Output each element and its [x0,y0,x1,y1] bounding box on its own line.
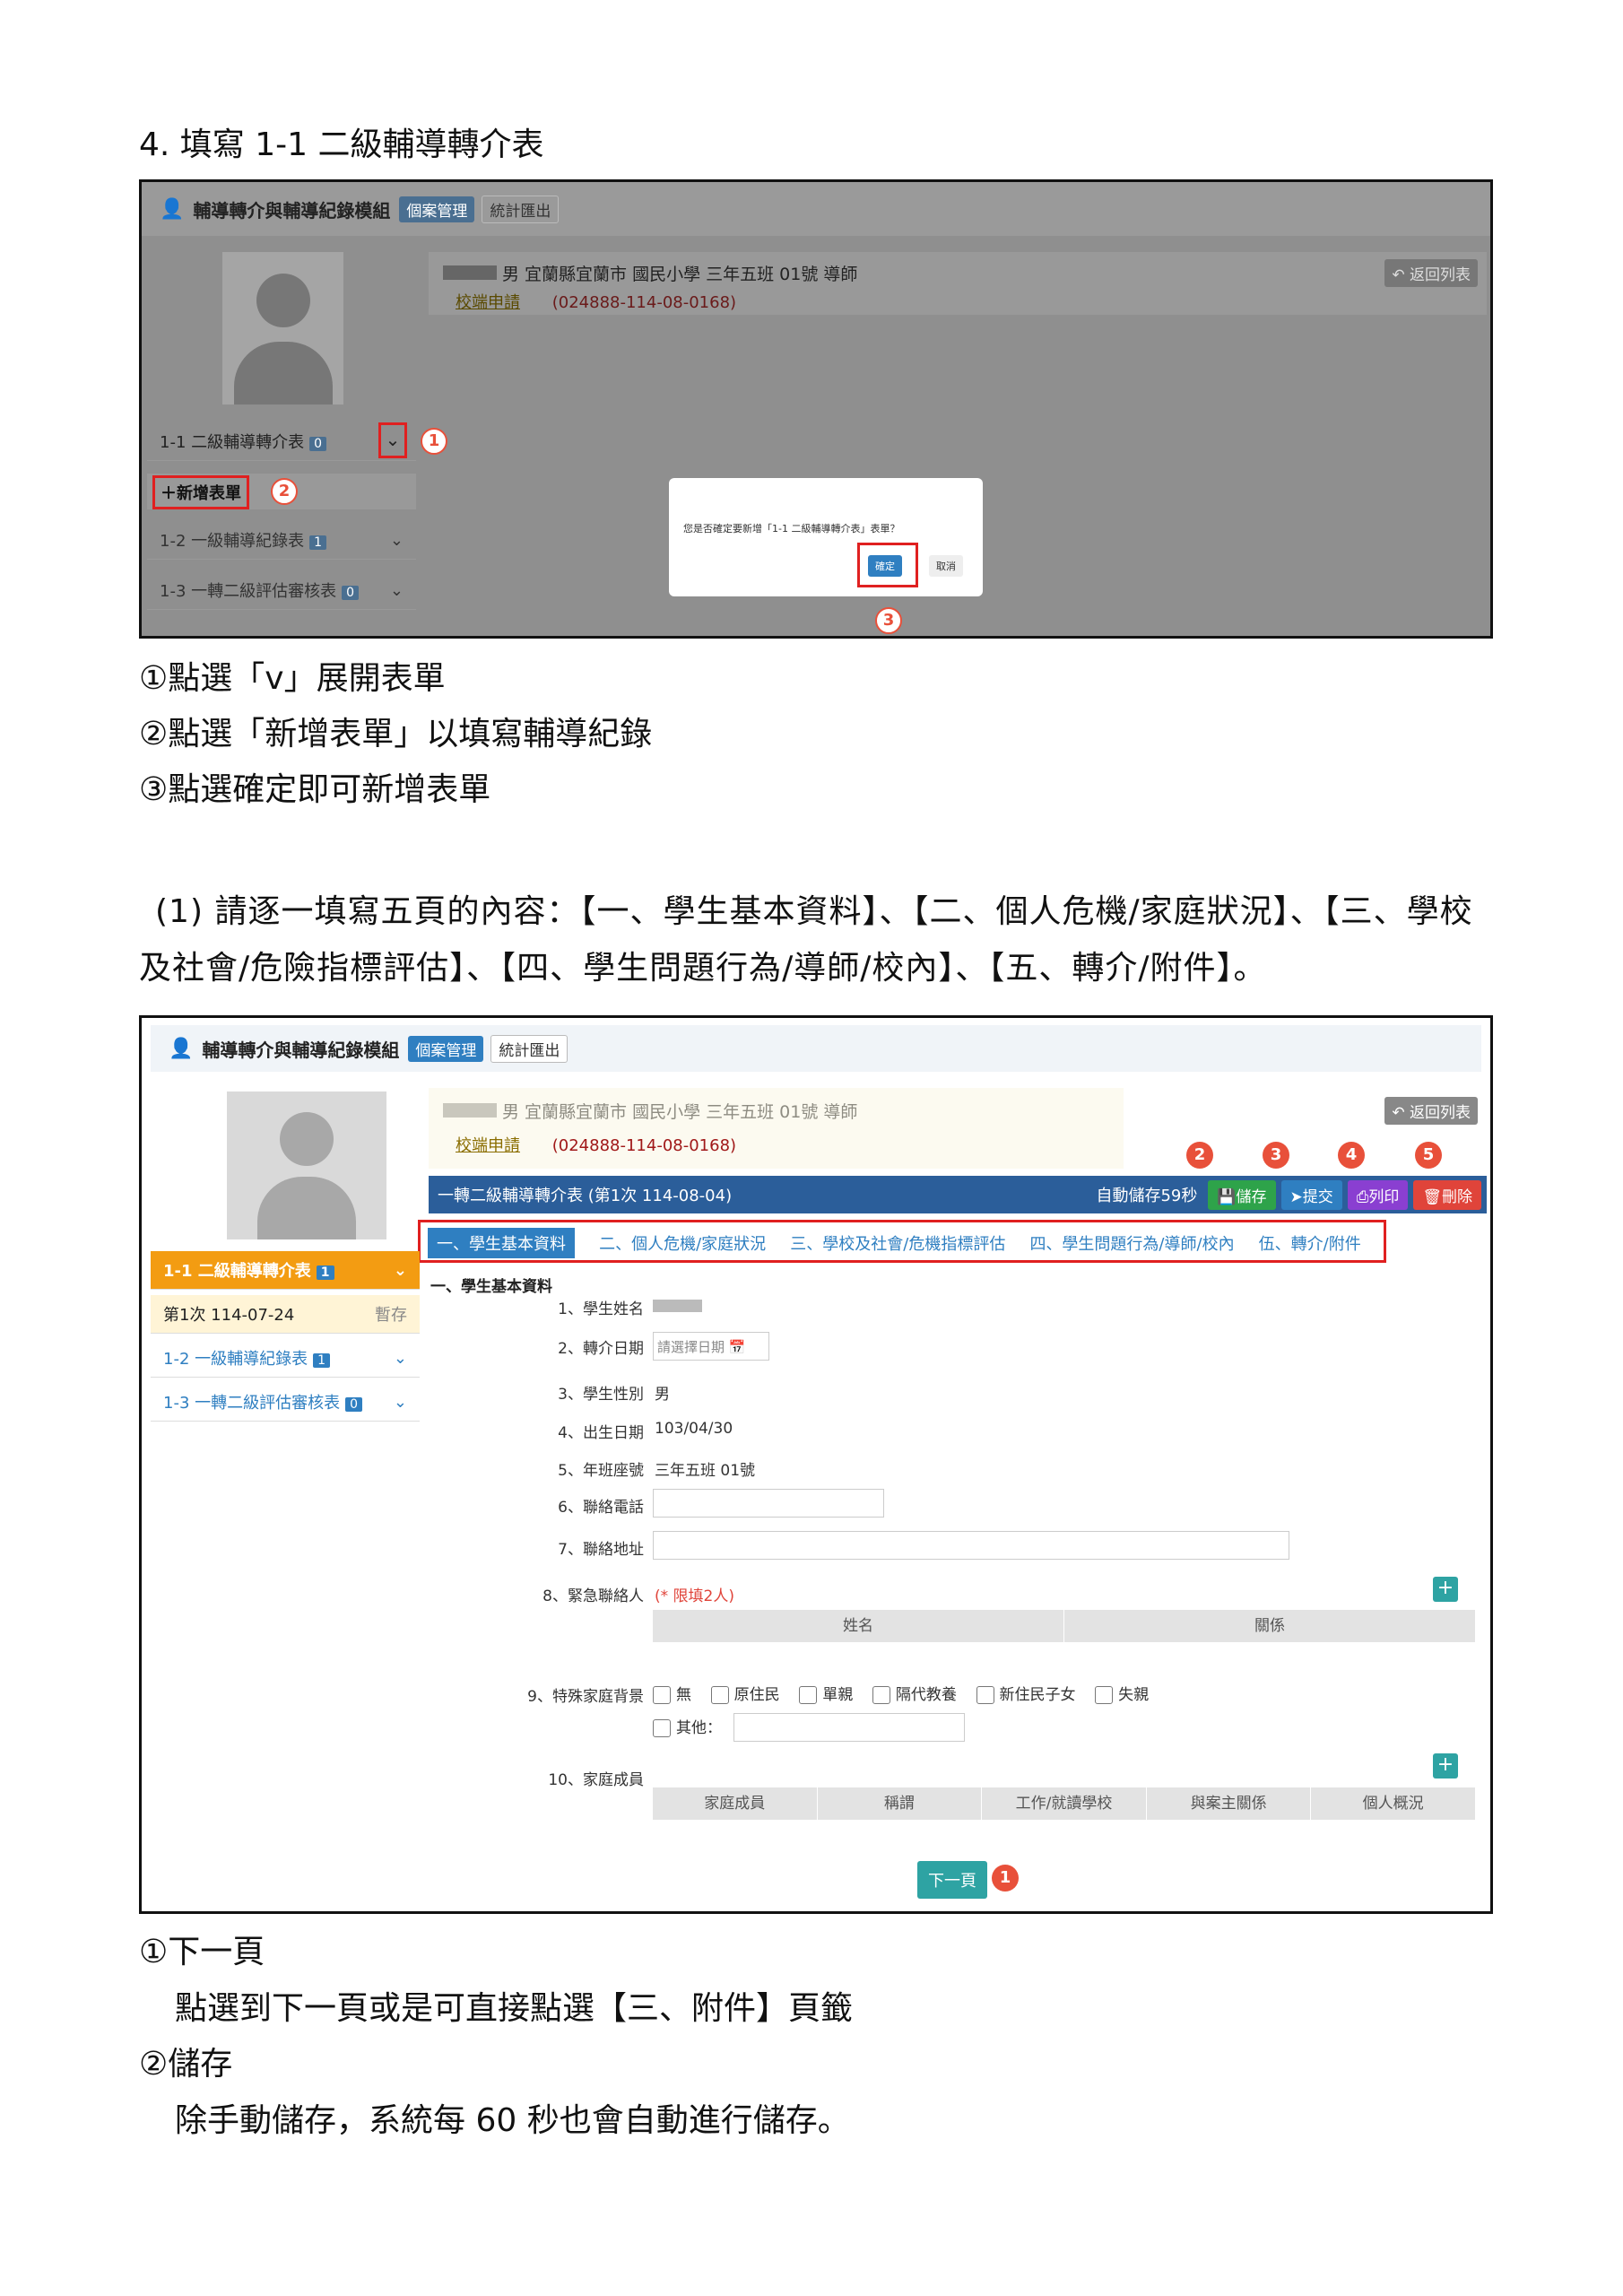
checkbox-grandparent[interactable]: 隔代教養 [872,1686,957,1704]
instruction-1: ①點選「v」展開表單 [139,660,446,697]
instruction-3: ③點選確定即可新增表單 [139,771,491,808]
dialog-text: 您是否確定要新增「1-1 二級輔導轉介表」表單？ [683,523,900,535]
module-logo-icon: 👤 [169,1037,194,1060]
instruction-next-desc: 點選到下一頁或是可直接點選【三、附件】頁籤 [175,1990,854,2027]
form-title: 一轉二級輔導轉介表 (第1次 114-08-04) [438,1187,733,1205]
save-button[interactable]: 💾儲存 [1208,1179,1276,1210]
chevron-down-icon[interactable]: ⌄ [390,531,404,550]
module-title: 輔導轉介與輔導紀錄模組 [193,199,391,222]
case-manage-button[interactable]: 個案管理 [408,1035,484,1062]
student-info-panel: 男 宜蘭縣宜蘭市 國民小學 三年五班 01號 導師 校端申請 (024888-1… [429,252,1487,315]
marker-3: 3 [1263,1142,1289,1169]
sidebar: 1-1 二級輔導轉介表 0 ⌄ 1 [147,422,447,461]
sidebar-item-1-1[interactable]: 1-1 二級輔導轉介表 0 [147,422,416,461]
student-info-panel: 男 宜蘭縣宜蘭市 國民小學 三年五班 01號 導師 校端申請 (024888-1… [429,1088,1487,1169]
marker-3: 3 [875,607,902,634]
case-number: (024888-114-08-0168) [551,1136,737,1155]
marker-4: 4 [1338,1142,1365,1169]
section-title: 一、學生基本資料 [430,1278,552,1296]
student-name-redacted [653,1300,702,1312]
form-title-bar: 一轉二級輔導轉介表 (第1次 114-08-04) 自動儲存59秒 💾儲存 ➤提… [429,1176,1487,1213]
instruction-save-desc: 除手動儲存，系統每 60 秒也會自動進行儲存。 [175,2102,850,2139]
instruction-2: ②點選「新增表單」以填寫輔導紀錄 [139,716,653,752]
stats-export-button[interactable]: 統計匯出 [490,1034,568,1063]
student-name-redacted [443,1103,497,1118]
submit-button[interactable]: ➤提交 [1280,1179,1342,1210]
sidebar-item-1-2[interactable]: 1-2 一級輔導紀錄表 1 ⌄ [151,1339,420,1378]
checkbox-single-parent[interactable]: 單親 [799,1686,853,1704]
tab-bar: 一、學生基本資料 二、個人危機/家庭狀況 三、學校及社會/危機指標評估 四、學生… [418,1220,1386,1263]
marker-1: 1 [421,428,447,455]
tab-crisis-family[interactable]: 二、個人危機/家庭狀況 [599,1231,766,1255]
case-number: (024888-114-08-0168) [551,293,737,312]
add-form-button[interactable]: ＋新增表單 [152,475,249,509]
student-name-redacted [443,265,497,280]
delete-button[interactable]: 🗑刪除 [1413,1179,1481,1210]
chevron-down-icon[interactable]: ⌄ [394,1349,407,1368]
add-emergency-contact-button[interactable]: + [1433,1577,1458,1602]
stats-export-button[interactable]: 統計匯出 [482,195,560,223]
chevron-down-icon[interactable]: ⌄ [394,1393,407,1412]
marker-2: 2 [1186,1142,1213,1169]
marker-1: 1 [992,1865,1019,1892]
student-avatar [227,1091,386,1239]
sidebar-item-1-3[interactable]: 1-3 一轉二級評估審核表 0 ⌄ [147,571,416,610]
chevron-down-icon[interactable]: ⌄ [394,1261,407,1280]
tab-school-risk[interactable]: 三、學校及社會/危機指標評估 [790,1231,1005,1255]
add-form-row: ＋新增表單 2 [147,474,416,509]
case-manage-button[interactable]: 個案管理 [399,196,475,222]
checkbox-none[interactable]: 無 [653,1686,691,1704]
apply-link[interactable]: 校端申請 [456,1136,520,1155]
student-avatar [222,252,343,404]
sidebar-item-1-3[interactable]: 1-3 一轉二級評估審核表 0 ⌄ [151,1383,420,1422]
screenshot-add-form: 👤 輔導轉介與輔導紀錄模組 個案管理 統計匯出 男 宜蘭縣宜蘭市 國民小學 三年… [139,179,1493,639]
top-nav: 👤 輔導轉介與輔導紀錄模組 個案管理 統計匯出 [142,182,1490,236]
special-family-options: 無 原住民 單親 隔代教養 新住民子女 失親 [653,1682,1149,1704]
instruction-next: ①下一頁 [139,1934,265,1970]
sidebar: 1-1 二級輔導轉介表 1 ⌄ 第1次 114-07-24 暫存 1-2 一級輔導紀… [151,1251,420,1422]
calendar-icon: 📅 [728,1339,746,1355]
screenshot-form: 👤 輔導轉介與輔導紀錄模組 個案管理 統計匯出 男 宜蘭縣宜蘭市 國民小學 三年… [139,1015,1493,1914]
tab-behavior[interactable]: 四、學生問題行為/導師/校內 [1029,1231,1234,1255]
referral-date-input[interactable]: 請選擇日期 📅 [653,1332,769,1361]
page-heading: 4. 填寫 1-1 二級輔導轉介表 [139,126,544,163]
checkbox-indigenous[interactable]: 原住民 [710,1686,780,1704]
sidebar-item-1-2[interactable]: 1-2 一級輔導紀錄表 1 ⌄ [147,521,416,560]
tab-referral-attach[interactable]: 伍、轉介/附件 [1259,1231,1361,1255]
marker-2: 2 [271,478,298,505]
sidebar-item-1-1-active[interactable]: 1-1 二級輔導轉介表 1 ⌄ [151,1251,420,1290]
tab-basic-info[interactable]: 一、學生基本資料 [428,1228,575,1258]
family-table-header: 家庭成員 稱謂 工作/就讀學校 與案主關係 個人概況 [653,1787,1476,1820]
top-nav: 👤 輔導轉介與輔導紀錄模組 個案管理 統計匯出 [151,1025,1481,1072]
phone-input[interactable] [653,1489,884,1518]
address-input[interactable] [653,1531,1289,1560]
module-logo-icon: 👤 [160,197,185,221]
back-to-list-button[interactable]: ↶ 返回列表 [1384,259,1478,287]
back-to-list-button[interactable]: ↶ 返回列表 [1384,1097,1478,1125]
confirm-dialog: 您是否確定要新增「1-1 二級輔導轉介表」表單？ 確定 取消 [669,478,983,596]
checkbox-bereaved[interactable]: 失親 [1095,1686,1149,1704]
dialog-cancel-button[interactable]: 取消 [929,555,963,577]
chevron-down-icon[interactable]: ⌄ [390,581,404,600]
print-button[interactable]: ⎙列印 [1347,1179,1409,1210]
autosave-label: 自動儲存59秒 [1096,1187,1198,1205]
student-line: 男 宜蘭縣宜蘭市 國民小學 三年五班 01號 導師 [502,265,858,284]
instruction-save: ②儲存 [139,2046,233,2083]
emergency-contact-table-header: 姓名 關係 [653,1610,1476,1642]
module-title: 輔導轉介與輔導紀錄模組 [202,1039,400,1061]
apply-link[interactable]: 校端申請 [456,293,520,312]
checkbox-new-immigrant[interactable]: 新住民子女 [976,1686,1076,1704]
student-line: 男 宜蘭縣宜蘭市 國民小學 三年五班 01號 導師 [502,1102,858,1122]
add-family-member-button[interactable]: + [1433,1753,1458,1779]
checkbox-other[interactable]: 其他： [653,1715,722,1737]
next-page-button[interactable]: 下一頁 [917,1861,987,1899]
expand-chevron-icon[interactable]: ⌄ [378,422,407,458]
dialog-ok-button[interactable]: 確定 [868,555,902,577]
sidebar-subitem[interactable]: 第1次 114-07-24 暫存 [151,1295,420,1334]
paragraph: (1) 請逐一填寫五頁的內容：【一、學生基本資料】、【二、個人危機/家庭狀況】、… [139,893,1473,987]
marker-5: 5 [1415,1142,1442,1169]
other-input[interactable] [733,1713,965,1742]
